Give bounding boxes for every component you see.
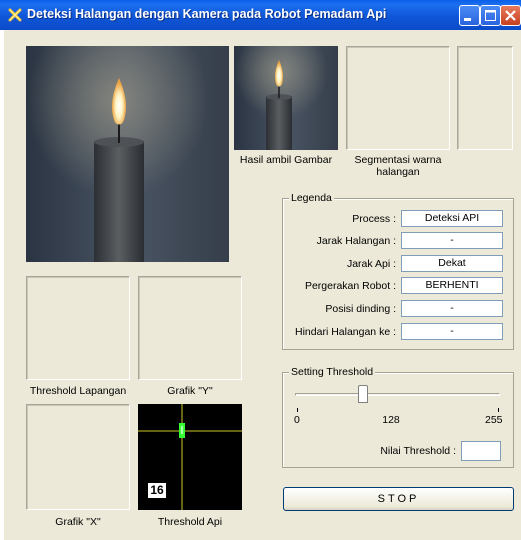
legenda-group: Legenda Process : Deteksi API Jarak Hala… [282, 192, 514, 350]
jarak-halangan-label: Jarak Halangan : [316, 235, 396, 247]
candle-image [26, 46, 229, 262]
candle-thumbnail [234, 46, 338, 150]
threshold-slider-track[interactable] [295, 393, 500, 396]
slider-min-label: 0 [294, 414, 300, 426]
hindari-halangan-field[interactable]: - [401, 323, 503, 340]
minimize-button[interactable] [459, 5, 480, 26]
slider-tick-min [297, 408, 298, 412]
threshold-lapangan-caption: Threshold Lapangan [29, 385, 127, 397]
threshold-title: Setting Threshold [289, 366, 376, 378]
nilai-threshold-field[interactable] [461, 441, 501, 461]
maximize-button[interactable] [480, 5, 501, 26]
window-title: Deteksi Halangan dengan Kamera pada Robo… [27, 7, 387, 21]
captured-image [234, 46, 338, 150]
pergerakan-robot-field[interactable]: BERHENTI [401, 277, 503, 294]
app-icon [8, 8, 22, 22]
threshold-lapangan-frame [26, 276, 130, 380]
camera-image-large [26, 46, 229, 262]
process-field[interactable]: Deteksi API [401, 210, 503, 227]
grafik-y-frame [138, 276, 242, 380]
hindari-halangan-label: Hindari Halangan ke : [295, 326, 396, 338]
nilai-threshold-label: Nilai Threshold : [380, 445, 456, 457]
app-window: Deteksi Halangan dengan Kamera pada Robo… [0, 0, 521, 540]
captured-image-caption: Hasil ambil Gambar [239, 154, 333, 166]
client-area: Hasil ambil Gambar Segmentasi warna hala… [4, 30, 521, 540]
close-icon [505, 10, 516, 21]
posisi-dinding-field[interactable]: - [401, 300, 503, 317]
stop-button[interactable]: STOP [283, 487, 514, 511]
threshold-group: Setting Threshold 0 128 255 Nilai Thresh… [282, 366, 514, 468]
close-button[interactable] [500, 5, 521, 26]
segmentation-frame [346, 46, 450, 150]
process-label: Process : [352, 213, 396, 225]
slider-tick-max [498, 408, 499, 412]
jarak-api-field[interactable]: Dekat [401, 255, 503, 272]
grafik-x-caption: Grafik "X" [55, 516, 101, 528]
grafik-y-caption: Grafik "Y" [167, 385, 213, 397]
minimize-icon [464, 18, 471, 21]
legenda-title: Legenda [289, 192, 334, 204]
extra-frame [457, 46, 513, 150]
title-bar[interactable]: Deteksi Halangan dengan Kamera pada Robo… [0, 0, 521, 30]
threshold-api-image: 16 [138, 404, 242, 510]
threshold-api-caption: Threshold Api [157, 516, 223, 528]
posisi-dinding-label: Posisi dinding : [325, 303, 396, 315]
grafik-x-frame [26, 404, 130, 510]
threshold-api-count: 16 [148, 483, 166, 498]
segmentation-caption: Segmentasi warna halangan [354, 154, 442, 178]
maximize-icon [485, 10, 496, 21]
slider-mid-label: 128 [382, 414, 400, 426]
slider-max-label: 255 [485, 414, 503, 426]
pergerakan-robot-label: Pergerakan Robot : [304, 280, 396, 292]
threshold-slider-thumb[interactable] [357, 385, 368, 403]
jarak-api-label: Jarak Api : [346, 258, 396, 270]
jarak-halangan-field[interactable]: - [401, 232, 503, 249]
